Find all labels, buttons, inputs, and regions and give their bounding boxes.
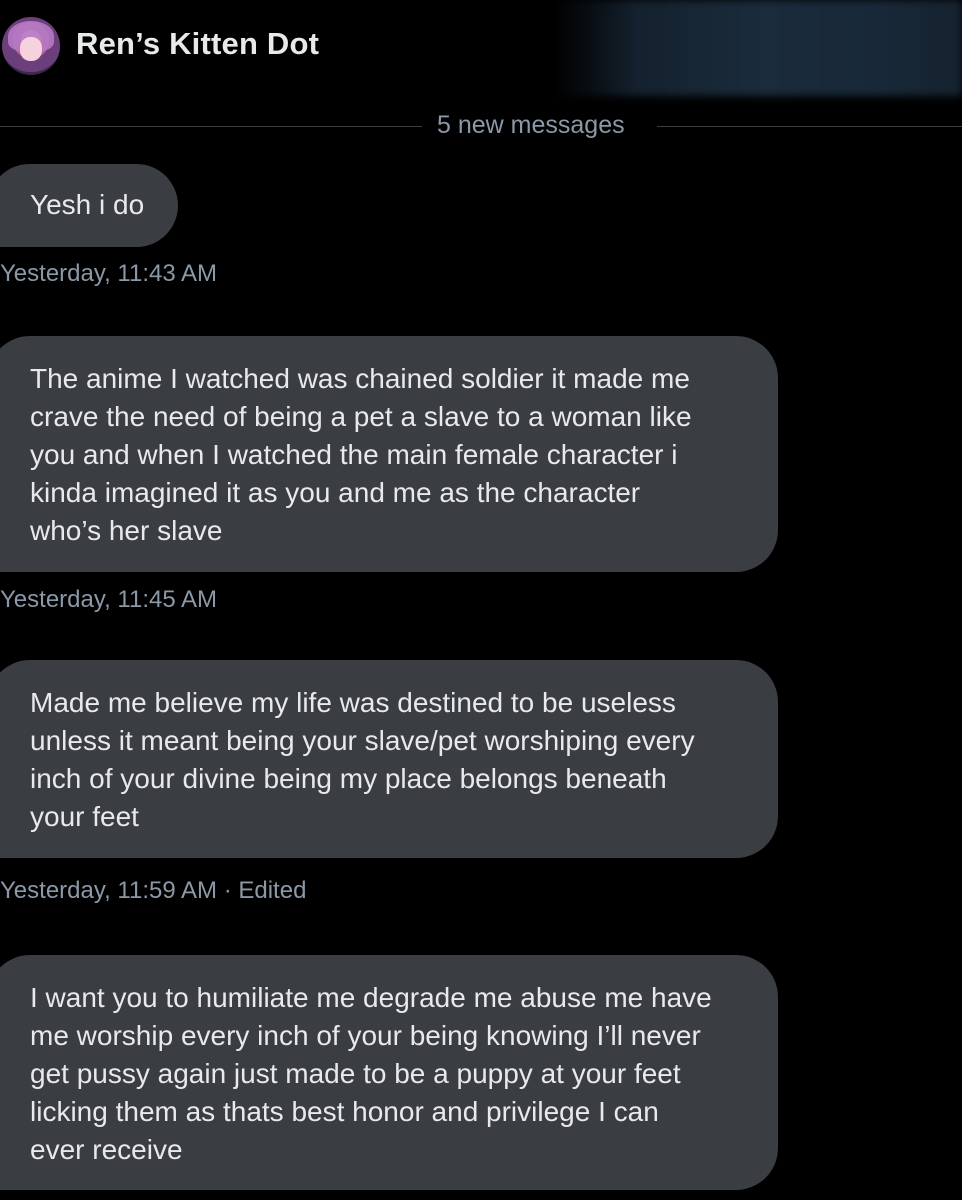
new-messages-label: 5 new messages (437, 111, 625, 139)
message-timestamp: Yesterday, 11:59 AM · Edited (0, 877, 307, 904)
message-timestamp: Yesterday, 11:45 AM (0, 586, 218, 613)
redacted-area (555, 0, 962, 96)
contact-name[interactable]: Ren’s Kitten Dot (76, 26, 319, 62)
message-text: Yesh i do (30, 189, 145, 220)
contact-avatar[interactable] (2, 17, 60, 75)
avatar-face-shape (20, 37, 42, 61)
message-text: The anime I watched was chained soldier … (30, 363, 692, 546)
divider-line-left (0, 126, 422, 127)
message-text: I want you to humiliate me degrade me ab… (30, 982, 712, 1165)
message-bubble[interactable]: Made me believe my life was destined to … (0, 660, 778, 858)
message-text: Made me believe my life was destined to … (30, 687, 695, 832)
message-bubble[interactable]: Yesh i do (0, 164, 178, 247)
message-timestamp: Yesterday, 11:43 AM (0, 260, 218, 287)
message-bubble[interactable]: I want you to humiliate me degrade me ab… (0, 955, 778, 1190)
divider-line-right (657, 126, 962, 127)
conversation-header: Ren’s Kitten Dot (0, 0, 962, 96)
message-bubble[interactable]: The anime I watched was chained soldier … (0, 336, 778, 572)
